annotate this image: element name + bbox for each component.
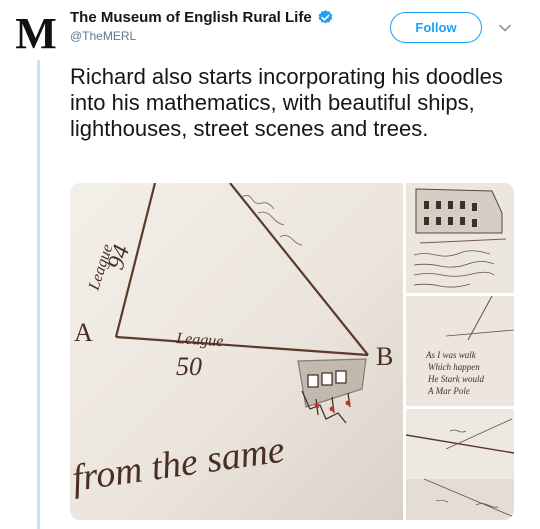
thumb2-handwriting-line-2: Which happen <box>428 362 480 372</box>
tweet-media-grid: League 94 A League 50 B from the same As… <box>70 183 514 520</box>
thumb2-handwriting-line-3: He Stark would <box>427 374 484 384</box>
media-image-thumb-2[interactable]: As I was walk Which happen He Stark woul… <box>406 295 514 406</box>
account-avatar[interactable]: M <box>14 9 58 58</box>
thumb2-handwriting-line-4: A Mar Pole <box>427 386 470 396</box>
avatar-logo-letter: M <box>15 12 57 52</box>
account-info: The Museum of English Rural Life @TheMER… <box>70 9 334 43</box>
chevron-down-icon[interactable] <box>498 20 512 32</box>
account-handle[interactable]: @TheMERL <box>70 29 334 43</box>
handwriting-50: 50 <box>176 352 202 381</box>
handwriting-point-b: B <box>376 342 393 371</box>
handwriting-league-2: League <box>175 330 224 350</box>
handwriting-point-a: A <box>74 318 93 347</box>
media-image-thumb-1[interactable] <box>406 183 514 293</box>
account-name[interactable]: The Museum of English Rural Life <box>70 9 312 26</box>
tweet-text: Richard also starts incorporating his do… <box>70 64 503 141</box>
media-image-thumb-3[interactable] <box>405 409 514 520</box>
thread-connector-line <box>37 60 40 529</box>
thumb2-handwriting-line-1: As I was walk <box>425 350 477 360</box>
media-image-main[interactable]: League 94 A League 50 B from the same <box>70 183 403 520</box>
verified-badge-icon <box>317 9 334 26</box>
follow-button[interactable]: Follow <box>390 12 482 43</box>
